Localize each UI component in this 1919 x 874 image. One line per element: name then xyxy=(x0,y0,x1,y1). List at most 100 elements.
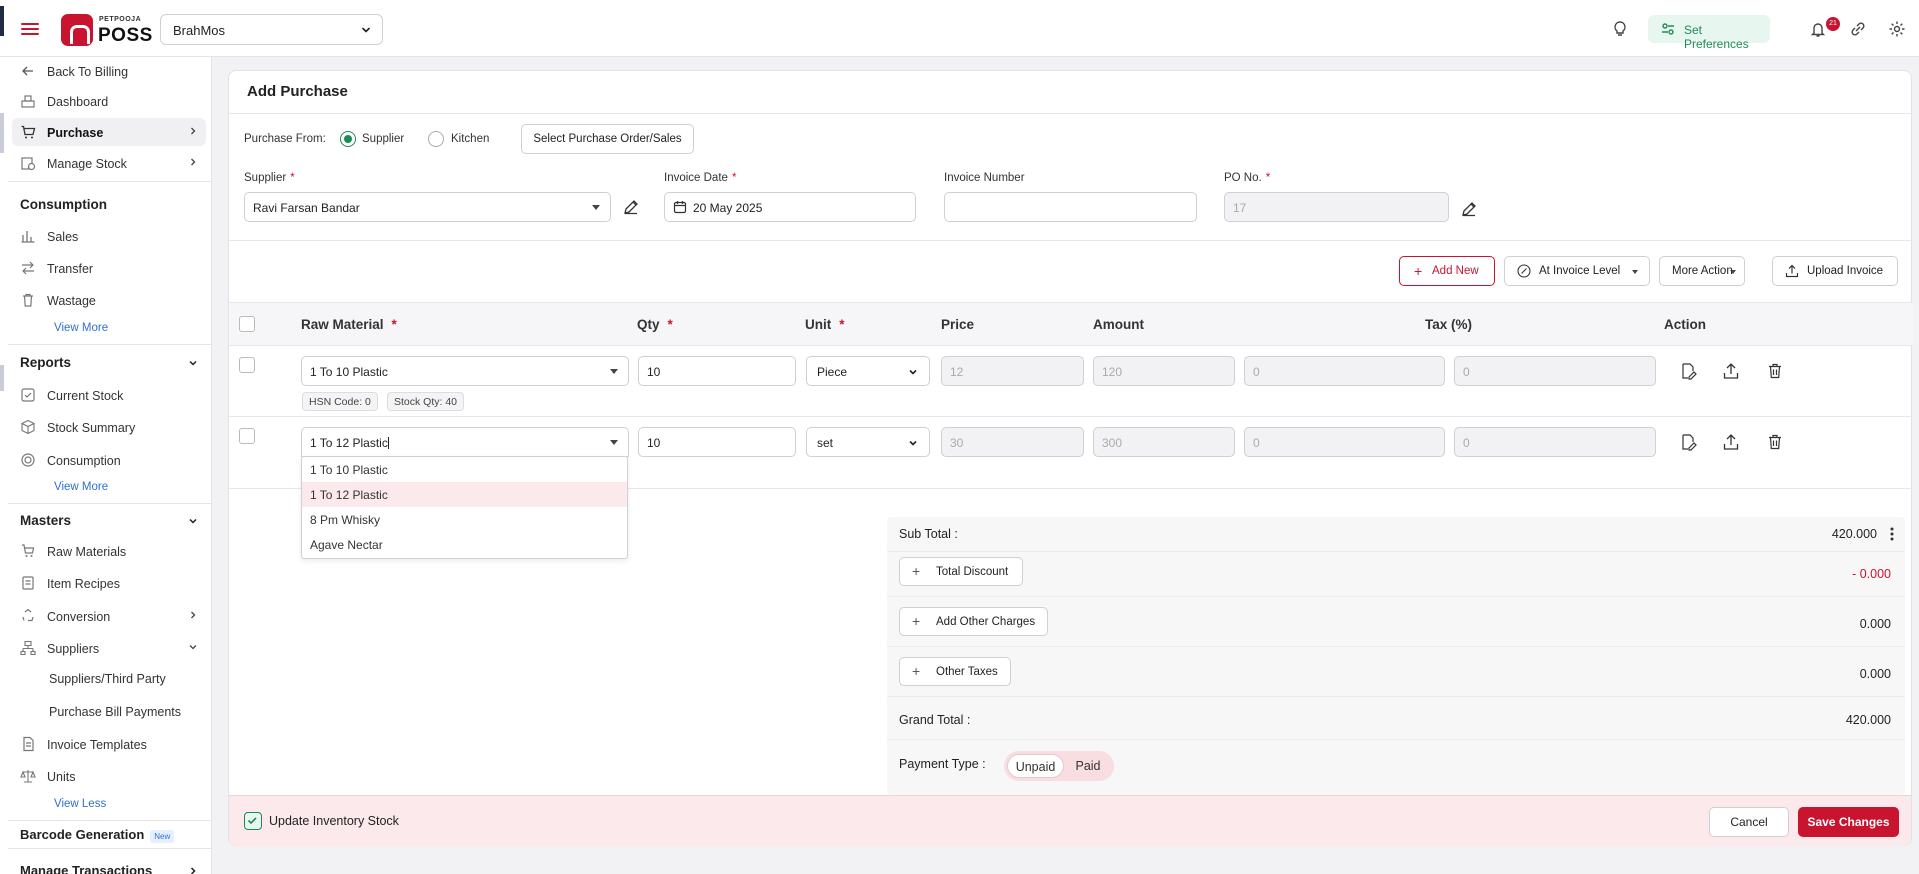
sidebar-item-item-recipes[interactable]: Item Recipes xyxy=(12,569,206,597)
save-changes-button[interactable]: Save Changes xyxy=(1798,807,1899,837)
dashboard-icon xyxy=(20,93,36,109)
sidebar-divider xyxy=(8,503,211,504)
edit-note-icon[interactable] xyxy=(1679,362,1697,380)
chevron-right-icon xyxy=(188,126,198,136)
sidebar-section-barcode-generation[interactable]: Barcode Generation New xyxy=(20,827,175,843)
raw-material-select[interactable]: 1 To 12 Plastic xyxy=(301,427,629,457)
recipe-icon xyxy=(20,575,36,591)
set-preferences-button[interactable]: Set Preferences xyxy=(1648,15,1770,51)
sidebar-item-manage-stock[interactable]: Manage Stock xyxy=(12,149,206,177)
sidebar: Back To Billing Dashboard Purchase Manag… xyxy=(0,57,212,874)
unit-select[interactable]: set xyxy=(806,427,930,457)
sidebar-item-dashboard[interactable]: Dashboard xyxy=(12,87,206,115)
radio-supplier[interactable] xyxy=(340,131,356,147)
payment-unpaid-option[interactable]: Unpaid xyxy=(1007,754,1064,778)
sidebar-item-stock-summary[interactable]: Stock Summary xyxy=(12,413,206,441)
qty-input[interactable]: 10 xyxy=(638,356,796,386)
dropdown-option[interactable]: 8 Pm Whisky xyxy=(302,507,627,532)
unit-select[interactable]: Piece xyxy=(806,356,930,386)
sidebar-item-invoice-templates[interactable]: Invoice Templates xyxy=(12,730,206,758)
row-checkbox[interactable] xyxy=(239,357,255,373)
masters-view-less-link[interactable]: View Less xyxy=(54,798,106,810)
sidebar-item-label: Invoice Templates xyxy=(47,738,147,752)
sidebar-item-purchase[interactable]: Purchase xyxy=(12,118,206,146)
sidebar-divider xyxy=(8,820,211,821)
caret-down-icon xyxy=(610,369,618,374)
reports-view-more-link[interactable]: View More xyxy=(54,481,108,493)
outlet-select[interactable]: BrahMos xyxy=(160,14,383,45)
qty-input[interactable]: 10 xyxy=(638,427,796,457)
more-action-dropdown[interactable]: More Action xyxy=(1659,256,1745,286)
invoice-number-input[interactable] xyxy=(944,192,1197,222)
select-purchase-order-button[interactable]: Select Purchase Order/Sales xyxy=(521,124,694,154)
sidebar-scroll-marker xyxy=(0,365,4,391)
discount-input: 0 xyxy=(1244,356,1445,386)
arrow-left-icon xyxy=(20,63,36,79)
page-title: Add Purchase xyxy=(247,83,348,100)
kebab-menu-icon[interactable] xyxy=(1889,526,1895,542)
sidebar-scroll-marker xyxy=(0,113,4,153)
payment-paid-option[interactable]: Paid xyxy=(1066,754,1110,778)
lightbulb-icon[interactable] xyxy=(1610,19,1630,39)
sidebar-item-back-to-billing[interactable]: Back To Billing xyxy=(12,57,206,85)
radio-kitchen[interactable] xyxy=(428,131,444,147)
dropdown-option[interactable]: 1 To 10 Plastic xyxy=(302,457,627,482)
upload-invoice-button[interactable]: Upload Invoice xyxy=(1772,256,1898,286)
dropdown-option[interactable]: Agave Nectar xyxy=(302,532,627,557)
plus-icon: + xyxy=(912,613,921,629)
sidebar-item-label: Raw Materials xyxy=(47,545,127,559)
sidebar-item-label: Current Stock xyxy=(47,389,124,403)
hamburger-menu-icon[interactable] xyxy=(20,19,40,39)
sidebar-item-current-stock[interactable]: Current Stock xyxy=(12,381,206,409)
link-icon[interactable] xyxy=(1848,19,1868,39)
totals-divider xyxy=(887,696,1905,697)
sidebar-item-transfer[interactable]: Transfer xyxy=(12,254,206,282)
unit-value: set xyxy=(817,436,834,450)
sidebar-section-reports[interactable]: Reports xyxy=(20,355,197,370)
select-all-checkbox[interactable] xyxy=(239,316,255,332)
sidebar-subitem-purchase-bill-payments[interactable]: Purchase Bill Payments xyxy=(49,705,181,719)
invoice-date-value: 20 May 2025 xyxy=(693,201,763,215)
delete-trash-icon[interactable] xyxy=(1766,362,1784,380)
sidebar-subitem-suppliers-third-party[interactable]: Suppliers/Third Party xyxy=(49,672,166,686)
sidebar-item-units[interactable]: Units xyxy=(12,762,206,790)
invoice-level-dropdown[interactable]: At Invoice Level xyxy=(1504,256,1650,286)
edit-note-icon[interactable] xyxy=(1679,433,1697,451)
add-new-button[interactable]: + Add New xyxy=(1399,256,1495,286)
preferences-icon xyxy=(1660,21,1676,37)
invoice-date-field[interactable]: 20 May 2025 xyxy=(664,192,916,222)
trash-icon xyxy=(20,292,36,308)
consumption-view-more-link[interactable]: View More xyxy=(54,322,108,334)
sidebar-item-consumption-report[interactable]: Consumption xyxy=(12,446,206,474)
payment-type-label: Payment Type : xyxy=(899,757,986,771)
sub-total-value: 420.000 xyxy=(1831,527,1877,541)
caret-down-icon xyxy=(610,440,618,445)
edit-po-number-pencil-icon[interactable] xyxy=(1460,200,1478,218)
raw-material-value: 1 To 12 Plastic xyxy=(310,436,388,450)
other-taxes-button[interactable]: + Other Taxes xyxy=(899,657,1011,686)
notification-bell-icon[interactable] xyxy=(1808,19,1828,39)
sidebar-item-sales[interactable]: Sales xyxy=(12,222,206,250)
upload-icon[interactable] xyxy=(1722,433,1740,451)
sidebar-section-manage-transactions[interactable]: Manage Transactions xyxy=(20,863,196,874)
raw-material-select[interactable]: 1 To 10 Plastic xyxy=(301,356,629,386)
add-other-charges-button[interactable]: + Add Other Charges xyxy=(899,607,1048,636)
edit-supplier-pencil-icon[interactable] xyxy=(622,198,640,216)
delete-trash-icon[interactable] xyxy=(1766,433,1784,451)
other-charges-value: 0.000 xyxy=(1859,617,1891,631)
sidebar-item-raw-materials[interactable]: Raw Materials xyxy=(12,537,206,565)
supplier-select[interactable]: Ravi Farsan Bandar xyxy=(244,192,611,222)
settings-gear-icon[interactable] xyxy=(1887,19,1907,39)
dropdown-option-highlighted[interactable]: 1 To 12 Plastic xyxy=(302,482,627,507)
row-checkbox[interactable] xyxy=(239,428,255,444)
window-edge-marker xyxy=(0,6,4,36)
total-discount-button[interactable]: + Total Discount xyxy=(899,557,1023,586)
update-inventory-checkbox[interactable] xyxy=(244,812,262,830)
sidebar-section-masters[interactable]: Masters xyxy=(20,513,197,528)
sidebar-item-conversion[interactable]: Conversion xyxy=(12,602,206,630)
upload-icon[interactable] xyxy=(1722,362,1740,380)
sidebar-item-suppliers[interactable]: Suppliers xyxy=(12,634,206,662)
sidebar-item-wastage[interactable]: Wastage xyxy=(12,286,206,314)
cancel-button[interactable]: Cancel xyxy=(1709,807,1789,837)
totals-divider xyxy=(887,596,1905,597)
